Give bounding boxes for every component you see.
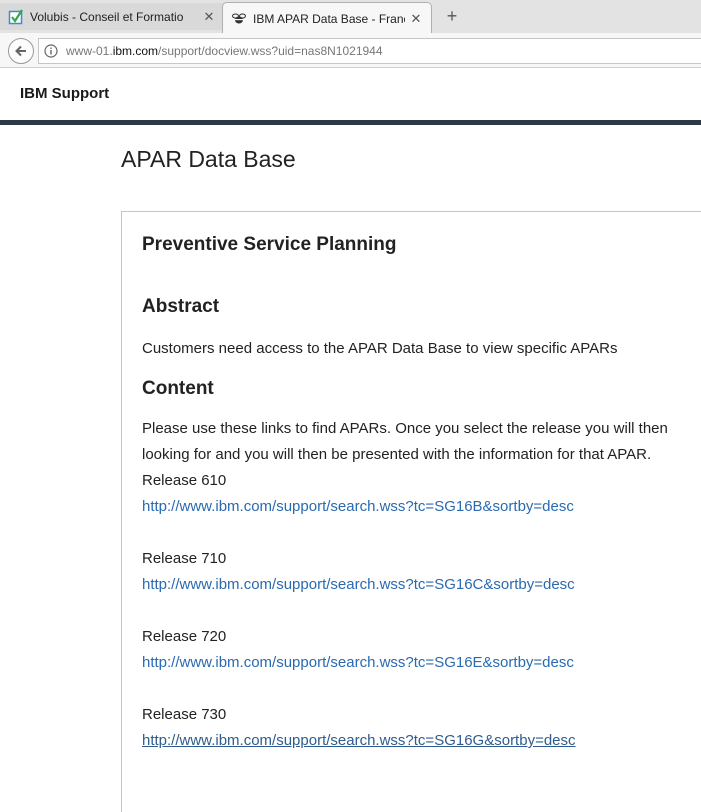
release-link[interactable]: http://www.ibm.com/support/search.wss?tc… [142, 732, 576, 749]
url-prefix: www-01. [66, 44, 113, 58]
arrow-left-icon [14, 44, 28, 58]
page-title: APAR Data Base [121, 146, 296, 172]
content-heading: Content [142, 378, 214, 399]
release-label: Release 720 [142, 628, 227, 645]
back-button[interactable] [8, 38, 34, 64]
new-tab-button[interactable]: + [442, 6, 462, 26]
release-link[interactable]: http://www.ibm.com/support/search.wss?tc… [142, 498, 574, 515]
release-label: Release 610 [142, 472, 227, 489]
abstract-heading: Abstract [142, 296, 220, 317]
release-label: Release 730 [142, 706, 227, 723]
browser-tab-strip: Volubis - Conseil et Formatio ✕ IBM APAR… [0, 0, 701, 34]
tab-ibm-apar[interactable]: IBM APAR Data Base - France ✕ [222, 2, 432, 34]
address-bar[interactable]: www-01. ibm.com/support/docview.wss?uid=n… [38, 38, 701, 64]
info-icon[interactable] [44, 44, 58, 58]
tab-volubis[interactable]: Volubis - Conseil et Formatio ✕ [0, 3, 225, 30]
ibm-bee-icon [231, 11, 247, 27]
release-link[interactable]: http://www.ibm.com/support/search.wss?tc… [142, 576, 575, 593]
content-text-line: looking for and you will then be present… [142, 446, 652, 463]
abstract-text: Customers need access to the APAR Data B… [142, 340, 618, 357]
content-text-line: Please use these links to find APARs. On… [142, 420, 668, 437]
release-label: Release 710 [142, 550, 227, 567]
document-title: Preventive Service Planning [142, 234, 397, 255]
tab-close-icon[interactable]: ✕ [202, 9, 216, 24]
check-box-icon [8, 8, 24, 25]
navigation-bar: www-01. ibm.com/support/docview.wss?uid=n… [0, 33, 701, 68]
document-card: Preventive Service Planning Abstract Cus… [121, 211, 701, 812]
site-header: IBM Support [0, 68, 701, 120]
tab-close-icon[interactable]: ✕ [409, 11, 423, 26]
tab-title: Volubis - Conseil et Formatio [30, 9, 184, 24]
header-rule [0, 120, 701, 125]
tab-title: IBM APAR Data Base - France [253, 11, 405, 26]
url-path: /support/docview.wss?uid=nas8N1021944 [158, 44, 383, 58]
release-link[interactable]: http://www.ibm.com/support/search.wss?tc… [142, 654, 574, 671]
url-domain: ibm.com [112, 44, 159, 58]
brand-link[interactable]: IBM Support [20, 85, 109, 102]
